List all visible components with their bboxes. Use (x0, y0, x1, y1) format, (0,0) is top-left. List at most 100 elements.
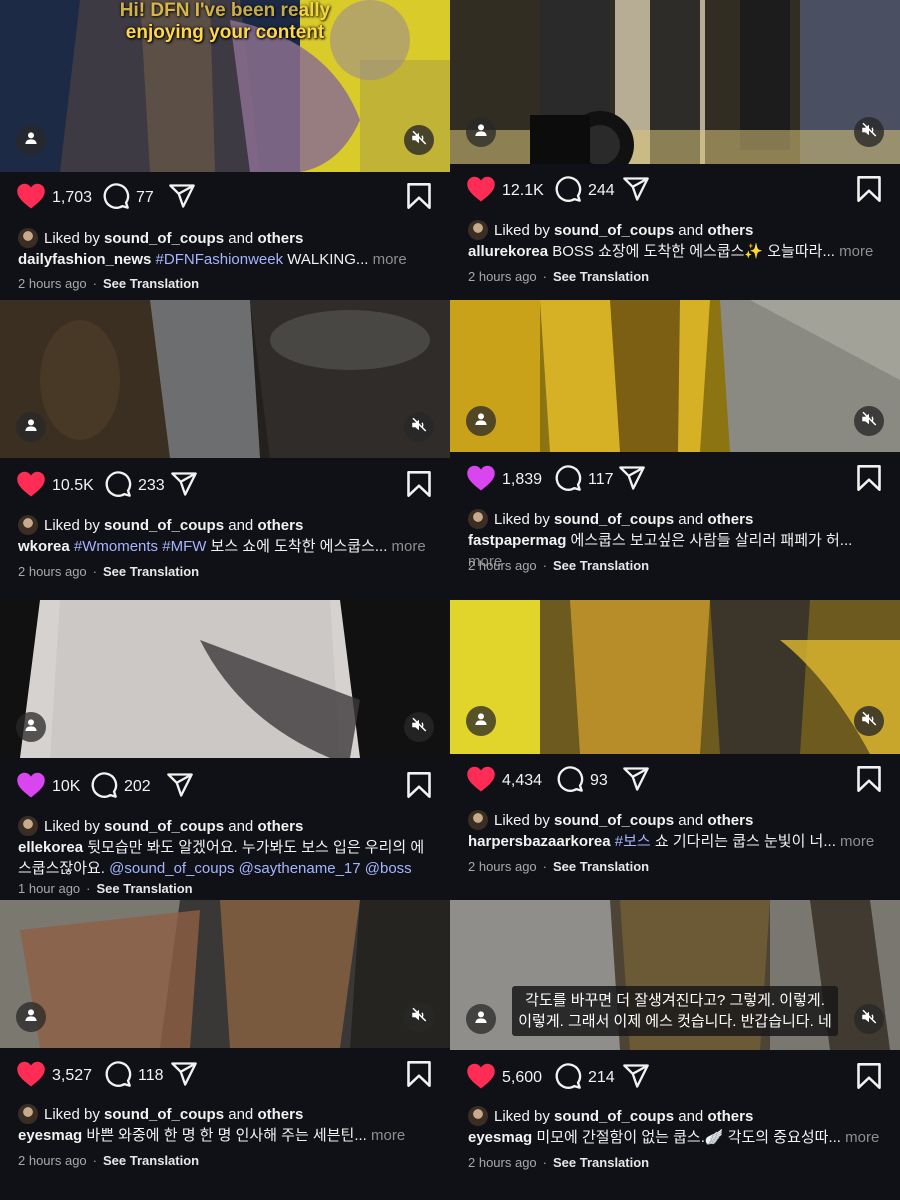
bookmark-icon[interactable] (406, 771, 432, 804)
liked-by-others[interactable]: others (707, 812, 753, 829)
like-button[interactable]: 1,839 (466, 463, 542, 497)
save-button[interactable] (856, 1061, 882, 1095)
mute-button[interactable] (854, 706, 884, 736)
more-link[interactable]: more (839, 243, 873, 260)
tagged-people-button[interactable] (16, 1002, 46, 1032)
liker-avatar[interactable] (18, 515, 38, 535)
share-button[interactable] (618, 463, 646, 497)
comment-bubble-icon[interactable] (556, 765, 584, 798)
comment-button[interactable]: 214 (554, 1061, 615, 1095)
mute-button[interactable] (854, 406, 884, 436)
post-username[interactable]: harpersbazaarkorea (468, 833, 611, 850)
share-button[interactable] (170, 1059, 198, 1093)
mute-button[interactable] (404, 712, 434, 742)
paper-plane-icon[interactable] (622, 765, 650, 798)
liker-username[interactable]: sound_of_coups (554, 1108, 674, 1125)
tagged-people-button[interactable] (16, 712, 46, 742)
tagged-people-button[interactable] (466, 406, 496, 436)
comment-bubble-icon[interactable] (554, 1062, 582, 1095)
like-button[interactable]: 4,434 (466, 764, 542, 798)
liked-by-row[interactable]: Liked by sound_of_coups and others (468, 809, 753, 831)
bookmark-icon[interactable] (856, 464, 882, 497)
liked-by-row[interactable]: Liked by sound_of_coups and others (468, 219, 753, 241)
post-username[interactable]: eyesmag (468, 1129, 532, 1146)
paper-plane-icon[interactable] (166, 771, 194, 804)
mute-button[interactable] (854, 117, 884, 147)
see-translation-link[interactable]: See Translation (553, 558, 649, 573)
caption-hashtag[interactable]: #보스 (615, 833, 651, 850)
save-button[interactable] (406, 770, 432, 804)
liked-by-row[interactable]: Liked by sound_of_coups and others (468, 508, 753, 530)
liker-username[interactable]: sound_of_coups (104, 517, 224, 534)
see-translation-link[interactable]: See Translation (553, 1155, 649, 1170)
liker-avatar[interactable] (468, 1106, 488, 1126)
caption-hashtag[interactable]: #DFNFashionweek (156, 251, 284, 268)
heart-icon[interactable] (16, 470, 46, 503)
liked-by-row[interactable]: Liked by sound_of_coups and others (18, 1103, 303, 1125)
liker-username[interactable]: sound_of_coups (104, 230, 224, 247)
liker-username[interactable]: sound_of_coups (104, 1106, 224, 1123)
bookmark-icon[interactable] (856, 1062, 882, 1095)
mute-button[interactable] (404, 125, 434, 155)
video-player[interactable] (450, 300, 900, 452)
post-username[interactable]: dailyfashion_news (18, 251, 151, 268)
mute-button[interactable] (404, 1002, 434, 1032)
tagged-people-button[interactable] (466, 117, 496, 147)
like-button[interactable]: 10.5K (16, 469, 94, 503)
liker-avatar[interactable] (468, 810, 488, 830)
liked-by-others[interactable]: others (257, 1106, 303, 1123)
save-button[interactable] (406, 469, 432, 503)
see-translation-link[interactable]: See Translation (103, 276, 199, 291)
see-translation-link[interactable]: See Translation (103, 564, 199, 579)
post-username[interactable]: ellekorea (18, 839, 83, 856)
tagged-people-button[interactable] (16, 412, 46, 442)
liker-avatar[interactable] (18, 816, 38, 836)
like-button[interactable]: 10K (16, 770, 80, 804)
liked-by-row[interactable]: Liked by sound_of_coups and others (18, 514, 303, 536)
liked-by-row[interactable]: Liked by sound_of_coups and others (18, 227, 303, 249)
heart-icon[interactable] (16, 771, 46, 804)
like-button[interactable]: 5,600 (466, 1061, 542, 1095)
post-username[interactable]: allurekorea (468, 243, 548, 260)
post-username[interactable]: wkorea (18, 538, 70, 555)
liked-by-others[interactable]: others (257, 818, 303, 835)
mute-button[interactable] (404, 412, 434, 442)
video-player[interactable]: Hi! DFN I've been really enjoying your co… (0, 0, 450, 172)
tagged-people-button[interactable] (466, 706, 496, 736)
post-username[interactable]: eyesmag (18, 1127, 82, 1144)
see-translation-link[interactable]: See Translation (553, 269, 649, 284)
like-button[interactable]: 12.1K (466, 174, 544, 208)
paper-plane-icon[interactable] (622, 175, 650, 208)
liked-by-others[interactable]: others (257, 517, 303, 534)
bookmark-icon[interactable] (406, 1060, 432, 1093)
video-player[interactable] (450, 0, 900, 164)
comment-button[interactable]: 117 (554, 463, 614, 497)
comment-bubble-icon[interactable] (102, 182, 130, 215)
comment-button[interactable]: 93 (556, 764, 608, 798)
video-player[interactable]: 각도를 바꾸면 더 잘생겨진다고? 그렇게. 이렇게. 이렇게. 그래서 이제 에… (450, 900, 900, 1050)
more-link[interactable]: more (373, 251, 407, 268)
share-button[interactable] (622, 174, 650, 208)
post-username[interactable]: fastpapermag (468, 532, 566, 549)
see-translation-link[interactable]: See Translation (103, 1153, 199, 1168)
share-button[interactable] (168, 181, 196, 215)
comment-bubble-icon[interactable] (104, 1060, 132, 1093)
heart-icon[interactable] (16, 1060, 46, 1093)
tagged-people-button[interactable] (466, 1004, 496, 1034)
video-player[interactable] (0, 300, 450, 458)
liked-by-others[interactable]: others (707, 511, 753, 528)
liked-by-row[interactable]: Liked by sound_of_coups and others (468, 1105, 753, 1127)
save-button[interactable] (856, 764, 882, 798)
heart-icon[interactable] (466, 464, 496, 497)
paper-plane-icon[interactable] (170, 470, 198, 503)
comment-bubble-icon[interactable] (90, 771, 118, 804)
liker-username[interactable]: sound_of_coups (104, 818, 224, 835)
video-player[interactable] (450, 600, 900, 754)
share-button[interactable] (622, 764, 650, 798)
share-button[interactable] (622, 1061, 650, 1095)
see-translation-link[interactable]: See Translation (553, 859, 649, 874)
save-button[interactable] (406, 1059, 432, 1093)
liked-by-others[interactable]: others (257, 230, 303, 247)
liker-username[interactable]: sound_of_coups (554, 812, 674, 829)
comment-bubble-icon[interactable] (104, 470, 132, 503)
